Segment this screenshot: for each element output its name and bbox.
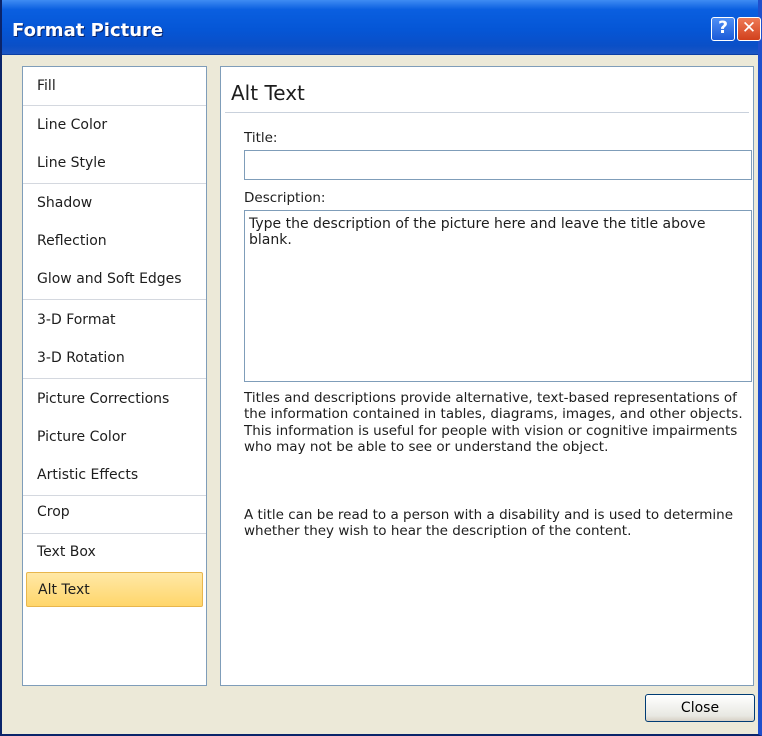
divider	[23, 183, 206, 184]
help-text-paragraph: A title can be read to a person with a d…	[244, 507, 734, 540]
title-label: Title:	[244, 130, 278, 146]
nav-item-crop[interactable]: Crop	[26, 495, 203, 530]
nav-item-glow-and-soft-edges[interactable]: Glow and Soft Edges	[26, 262, 203, 297]
title-bar[interactable]: Format Picture ? ✕	[2, 0, 761, 55]
nav-item-text-box[interactable]: Text Box	[26, 535, 203, 570]
description-label: Description:	[244, 190, 326, 206]
nav-item-3d-format[interactable]: 3-D Format	[26, 303, 203, 338]
alt-text-panel: Alt Text Title: Description: Type the de…	[220, 66, 754, 686]
nav-item-3d-rotation[interactable]: 3-D Rotation	[26, 341, 203, 376]
section-header: Alt Text	[231, 81, 305, 105]
nav-item-picture-corrections[interactable]: Picture Corrections	[26, 382, 203, 417]
nav-item-shadow[interactable]: Shadow	[26, 186, 203, 221]
category-list: Fill Line Color Line Style Shadow Reflec…	[22, 66, 207, 686]
header-divider	[225, 112, 749, 113]
help-icon[interactable]: ?	[711, 17, 735, 41]
divider	[23, 533, 206, 534]
nav-item-artistic-effects[interactable]: Artistic Effects	[26, 458, 203, 493]
nav-item-fill[interactable]: Fill	[26, 69, 203, 104]
divider	[23, 299, 206, 300]
dialog-title: Format Picture	[12, 20, 164, 41]
format-picture-dialog: Format Picture ? ✕ Fill Line Color Line …	[0, 0, 762, 736]
title-input[interactable]	[244, 150, 752, 180]
close-button[interactable]: Close	[645, 694, 755, 722]
nav-item-line-style[interactable]: Line Style	[26, 146, 203, 181]
help-text-paragraph: Titles and descriptions provide alternat…	[244, 390, 743, 455]
divider	[23, 378, 206, 379]
nav-item-line-color[interactable]: Line Color	[26, 108, 203, 143]
nav-item-picture-color[interactable]: Picture Color	[26, 420, 203, 455]
close-icon[interactable]: ✕	[737, 17, 761, 41]
divider	[23, 105, 206, 106]
nav-item-alt-text[interactable]: Alt Text	[26, 572, 203, 607]
description-input[interactable]: Type the description of the picture here…	[244, 210, 752, 382]
nav-item-reflection[interactable]: Reflection	[26, 224, 203, 259]
